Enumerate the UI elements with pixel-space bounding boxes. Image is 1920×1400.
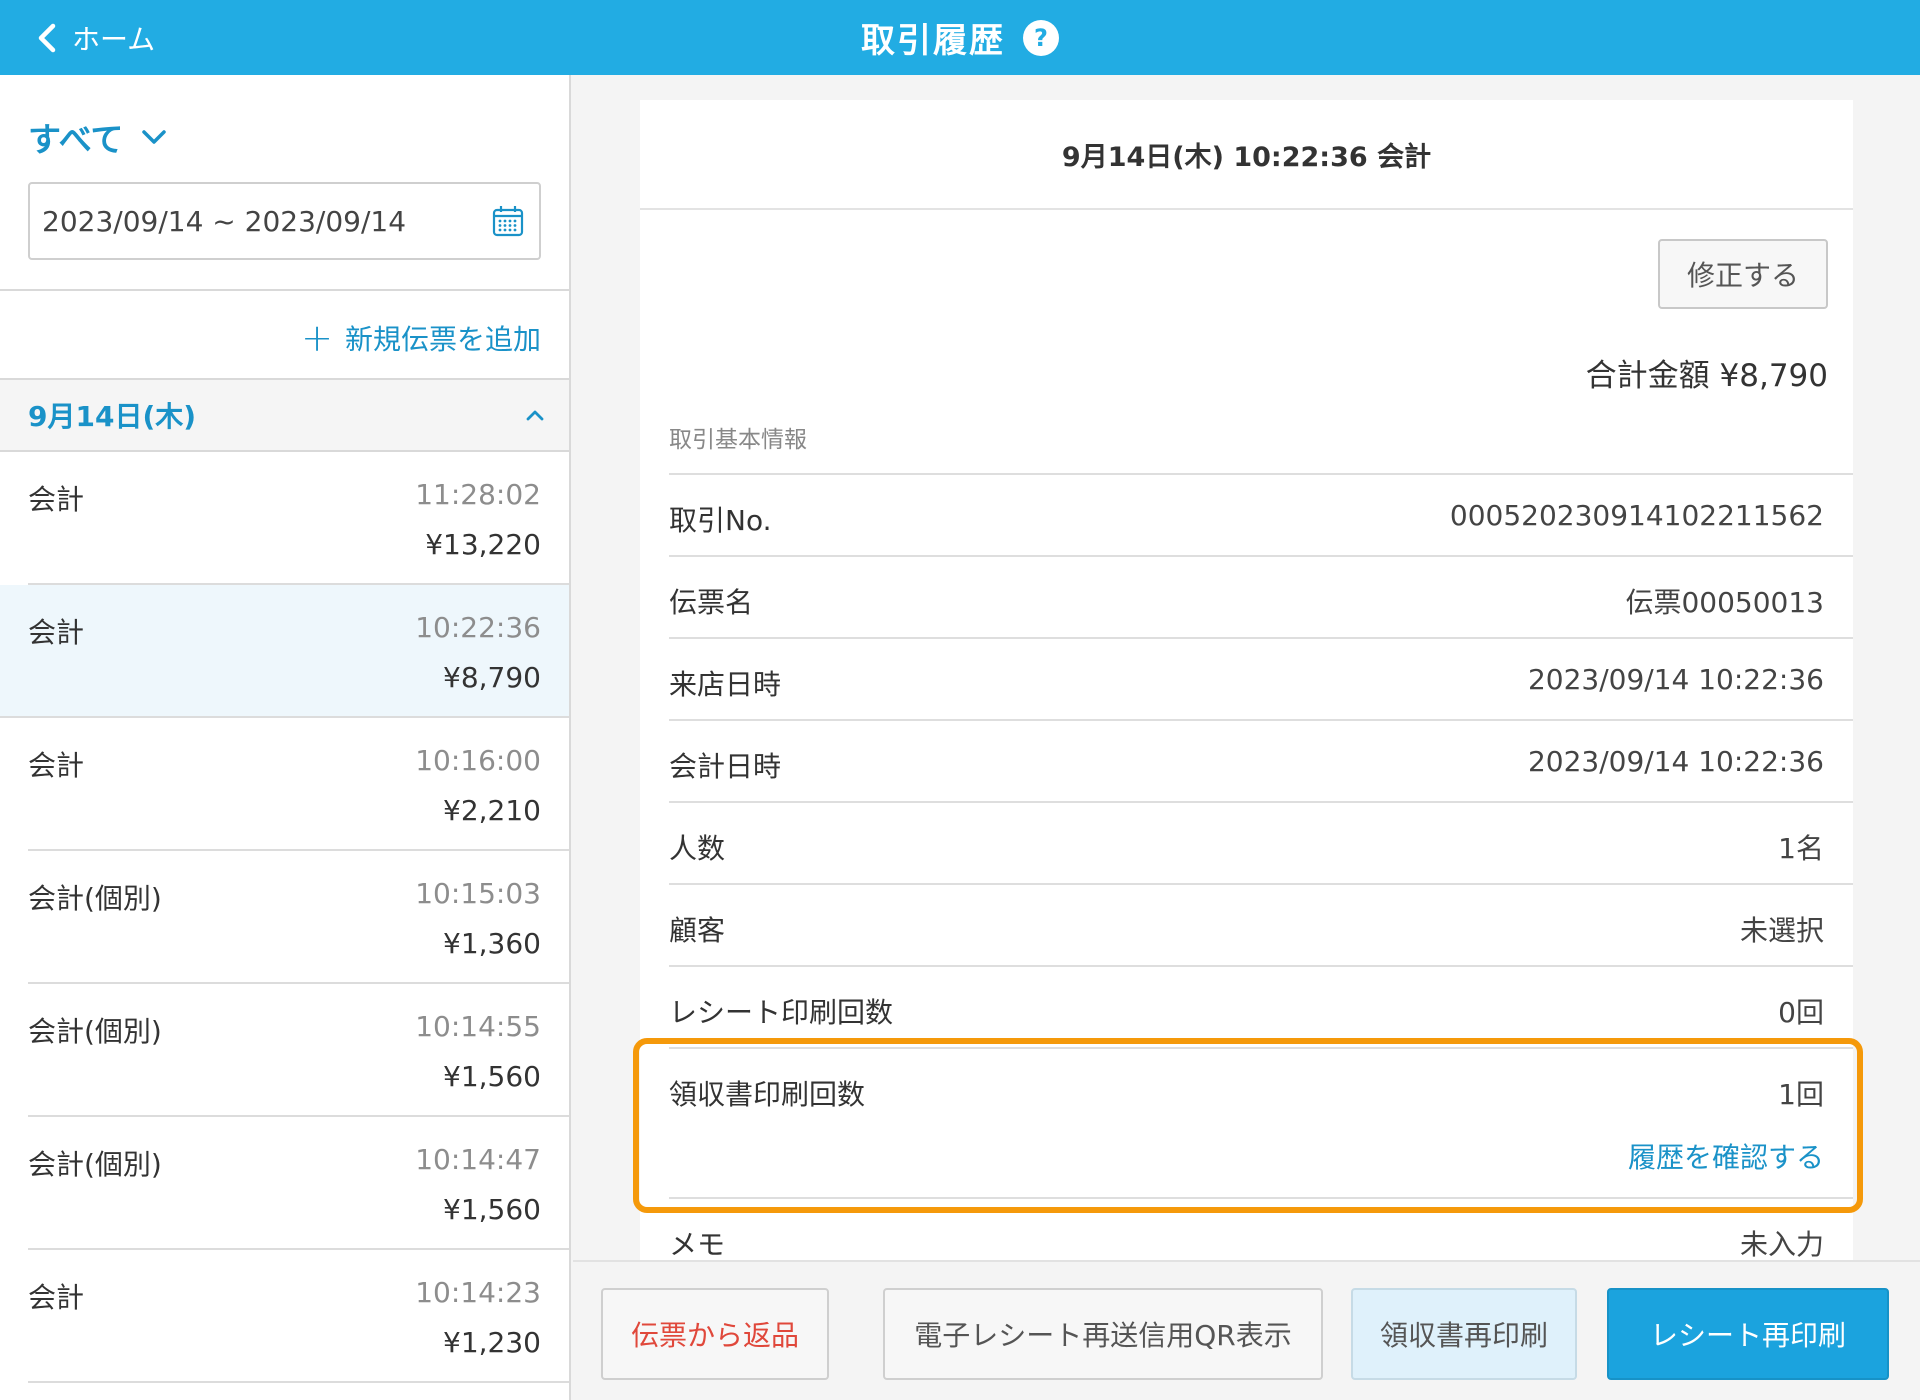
reprint-invoice-button[interactable]: 領収書再印刷 [1351, 1288, 1577, 1380]
info-key: 会計日時 [669, 750, 782, 783]
transaction-time: 10:15:03 [415, 877, 541, 910]
info-value: 1回 [1778, 1078, 1824, 1111]
add-slip-button[interactable]: + 新規伝票を追加 [301, 318, 541, 358]
info-row-guest-count: 人数 1名 [669, 801, 1853, 883]
info-table: 取引No. 000520230914102211562 伝票名 伝票000500… [669, 473, 1853, 1260]
info-value: 2023/09/14 10:22:36 [1527, 745, 1824, 778]
transaction-time: 10:14:55 [415, 1010, 541, 1043]
transaction-name: 会計(個別) [28, 882, 162, 915]
transaction-time: 11:28:02 [415, 478, 541, 511]
transaction-item-selected[interactable]: 会計 10:22:36 ¥8,790 [0, 585, 569, 718]
transaction-list: 会計 11:28:02 ¥13,220 会計 10:22:36 ¥8,790 会… [0, 452, 569, 1383]
date-range-picker[interactable]: 2023/09/14 ~ 2023/09/14 [28, 182, 541, 260]
info-key: 取引No. [669, 504, 772, 537]
transaction-name: 会計 [28, 483, 85, 516]
edit-button[interactable]: 修正する [1658, 239, 1828, 309]
transaction-item[interactable]: 会計 10:14:23 ¥1,230 [28, 1250, 569, 1383]
info-row-receipt-print-count: レシート印刷回数 0回 [669, 965, 1853, 1047]
info-value: 1名 [1778, 832, 1824, 865]
info-row-invoice-print-count: 領収書印刷回数 1回 履歴を確認する [669, 1047, 1853, 1197]
info-value: 未入力 [1739, 1228, 1824, 1260]
filter-dropdown[interactable]: すべて [28, 113, 167, 161]
reprint-receipt-button[interactable]: レシート再印刷 [1607, 1288, 1889, 1380]
info-key: 来店日時 [669, 668, 782, 701]
info-row-customer: 顧客 未選択 [669, 883, 1853, 965]
transaction-item[interactable]: 会計(個別) 10:14:55 ¥1,560 [28, 984, 569, 1117]
transaction-time: 10:14:47 [415, 1143, 541, 1176]
show-e-receipt-qr-button[interactable]: 電子レシート再送信用QR表示 [883, 1288, 1323, 1380]
info-row-visit-datetime: 来店日時 2023/09/14 10:22:36 [669, 637, 1853, 719]
transaction-item[interactable]: 会計(個別) 10:14:47 ¥1,560 [28, 1117, 569, 1250]
transaction-item[interactable]: 会計 11:28:02 ¥13,220 [28, 452, 569, 585]
info-key: 顧客 [669, 914, 726, 947]
transaction-name: 会計(個別) [28, 1148, 162, 1181]
transaction-amount: ¥13,220 [425, 528, 541, 561]
chevron-down-icon [142, 130, 167, 144]
plus-icon: + [301, 316, 333, 360]
transaction-amount: ¥8,790 [443, 661, 541, 694]
total-amount: 合計金額 ¥8,790 [1585, 358, 1828, 394]
transaction-detail-panel: 9月14日(木) 10:22:36 会計 修正する 合計金額 ¥8,790 取引… [573, 75, 1920, 1260]
info-value: 未選択 [1739, 914, 1824, 947]
transaction-time: 10:16:00 [415, 744, 541, 777]
return-from-slip-button[interactable]: 伝票から返品 [601, 1288, 829, 1380]
info-key: 伝票名 [669, 586, 754, 619]
info-row-memo: メモ 未入力 [669, 1197, 1853, 1260]
info-value: 伝票00050013 [1625, 586, 1824, 619]
view-history-link[interactable]: 履歴を確認する [1628, 1136, 1824, 1176]
transaction-amount: ¥1,560 [443, 1193, 541, 1226]
info-row-checkout-datetime: 会計日時 2023/09/14 10:22:36 [669, 719, 1853, 801]
date-group-header[interactable]: 9月14日(木) [0, 378, 569, 452]
transaction-item[interactable]: 会計(個別) 10:15:03 ¥1,360 [28, 851, 569, 984]
add-slip-label: 新規伝票を追加 [344, 323, 541, 356]
section-label: 取引基本情報 [669, 427, 807, 453]
info-key: メモ [669, 1228, 726, 1260]
info-key: 人数 [669, 832, 726, 865]
transaction-name: 会計 [28, 616, 85, 649]
transaction-name: 会計 [28, 749, 85, 782]
page-title: 取引履歴 [861, 21, 1005, 61]
info-key: 領収書印刷回数 [669, 1078, 866, 1111]
header-title-group: 取引履歴 ? [0, 0, 1920, 75]
date-group-label: 9月14日(木) [28, 400, 197, 433]
info-value: 0回 [1778, 996, 1824, 1029]
filter-label: すべて [28, 120, 124, 159]
transaction-amount: ¥2,210 [443, 794, 541, 827]
action-bar: 伝票から返品 電子レシート再送信用QR表示 領収書再印刷 レシート再印刷 [573, 1260, 1920, 1400]
info-value: 2023/09/14 10:22:36 [1527, 663, 1824, 696]
info-row-slip-name: 伝票名 伝票00050013 [669, 555, 1853, 637]
detail-title: 9月14日(木) 10:22:36 会計 [640, 100, 1853, 210]
transaction-name: 会計 [28, 1281, 85, 1314]
transaction-amount: ¥1,560 [443, 1060, 541, 1093]
app-header: ホーム 取引履歴 ? [0, 0, 1920, 75]
help-icon[interactable]: ? [1023, 19, 1059, 56]
info-key: レシート印刷回数 [669, 996, 894, 1029]
transaction-item[interactable]: 会計 10:16:00 ¥2,210 [28, 718, 569, 851]
transaction-amount: ¥1,230 [443, 1326, 541, 1359]
detail-card: 9月14日(木) 10:22:36 会計 修正する 合計金額 ¥8,790 取引… [640, 100, 1853, 1260]
transaction-amount: ¥1,360 [443, 927, 541, 960]
transaction-time: 10:14:23 [415, 1276, 541, 1309]
info-value: 000520230914102211562 [1449, 499, 1824, 532]
info-row-transaction-no: 取引No. 000520230914102211562 [669, 473, 1853, 555]
transaction-sidebar: すべて 2023/09/14 ~ 2023/09/14 + 新規伝票を追加 9月… [0, 75, 571, 1400]
sidebar-divider [0, 289, 569, 291]
calendar-icon [492, 206, 524, 237]
transaction-time: 10:22:36 [415, 611, 541, 644]
transaction-name: 会計(個別) [28, 1015, 162, 1048]
date-range-value: 2023/09/14 ~ 2023/09/14 [42, 204, 407, 238]
chevron-up-icon [526, 410, 544, 421]
